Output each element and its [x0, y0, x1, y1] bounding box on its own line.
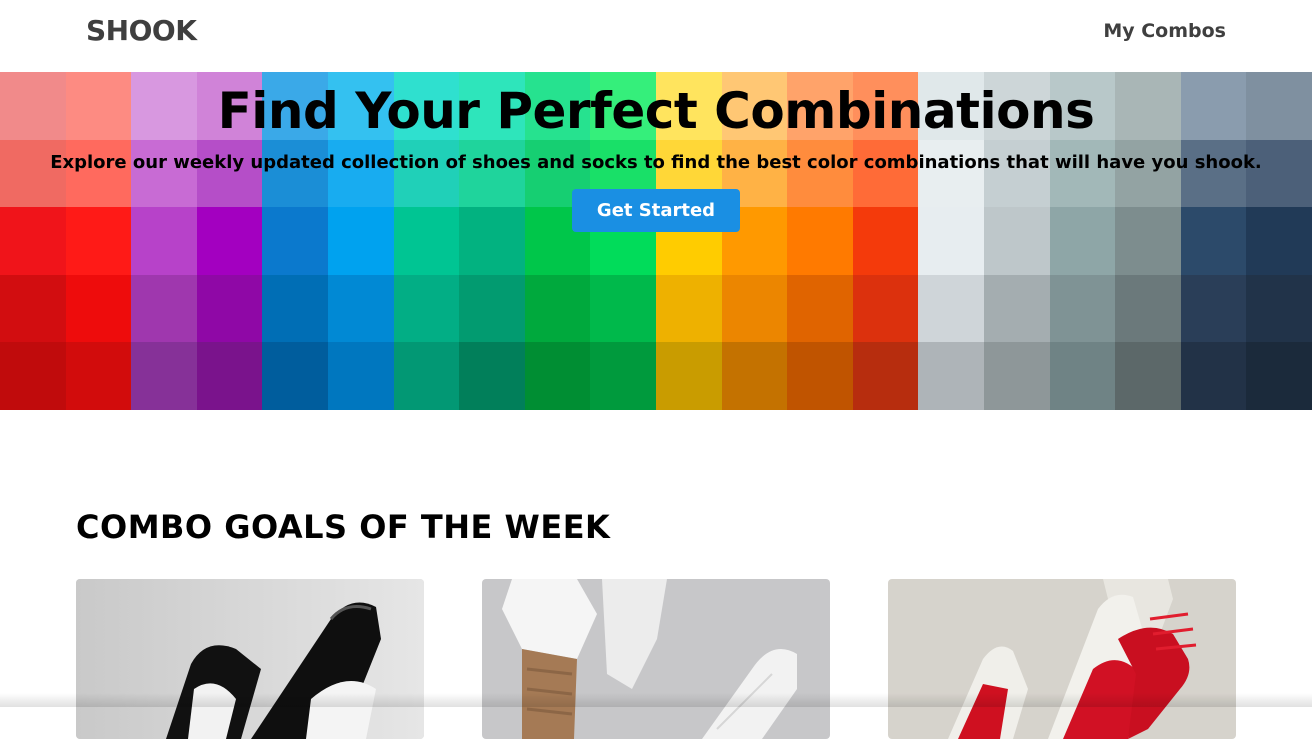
sneaker-image-1 [76, 579, 424, 739]
palette-swatch [655, 342, 722, 410]
palette-swatch [196, 342, 263, 410]
palette-swatch [852, 274, 919, 343]
palette-swatch [524, 342, 591, 410]
top-nav: SHOOK My Combos [0, 0, 1312, 72]
combo-card-3[interactable] [888, 579, 1236, 739]
palette-swatch [1180, 342, 1247, 410]
palette-swatch [918, 342, 984, 410]
palette-swatch [721, 274, 788, 343]
hero-subtitle: Explore our weekly updated collection of… [50, 152, 1262, 173]
palette-swatch [655, 274, 722, 343]
palette-swatch [262, 274, 328, 343]
palette-swatch [983, 342, 1050, 410]
palette-swatch [0, 342, 66, 410]
get-started-button[interactable]: Get Started [572, 189, 740, 232]
hero-content: Find Your Perfect Combinations Explore o… [0, 72, 1312, 232]
palette-swatch [721, 342, 788, 410]
palette-swatch [65, 274, 132, 343]
palette-swatch [590, 342, 656, 410]
section-title: COMBO GOALS OF THE WEEK [76, 508, 611, 546]
palette-swatch [131, 274, 197, 343]
palette-swatch [262, 342, 328, 410]
palette-swatch [327, 274, 394, 343]
palette-swatch [459, 274, 525, 343]
palette-swatch [1246, 342, 1312, 410]
palette-swatch [459, 342, 525, 410]
hero-section: Find Your Perfect Combinations Explore o… [0, 72, 1312, 410]
palette-swatch [1180, 274, 1247, 343]
palette-swatch [787, 274, 853, 343]
palette-swatch [1049, 274, 1116, 343]
palette-swatch [983, 274, 1050, 343]
combo-card-1[interactable] [76, 579, 424, 739]
bottom-shadow [0, 693, 1312, 707]
palette-swatch [393, 274, 460, 343]
palette-swatch [1115, 342, 1181, 410]
palette-swatch [918, 274, 984, 343]
palette-swatch [65, 342, 132, 410]
palette-swatch [196, 274, 263, 343]
hero-title: Find Your Perfect Combinations [217, 82, 1095, 140]
palette-swatch [524, 274, 591, 343]
palette-swatch [393, 342, 460, 410]
palette-swatch [787, 342, 853, 410]
palette-swatch [852, 342, 919, 410]
my-combos-link[interactable]: My Combos [1103, 20, 1226, 42]
palette-swatch [0, 274, 66, 343]
combo-card-2[interactable] [482, 579, 830, 739]
logo[interactable]: SHOOK [86, 14, 197, 47]
palette-swatch [1246, 274, 1312, 343]
sneaker-image-3 [888, 579, 1236, 739]
palette-swatch [131, 342, 197, 410]
palette-swatch [590, 274, 656, 343]
palette-swatch [1049, 342, 1116, 410]
sneaker-image-2 [482, 579, 830, 739]
palette-swatch [327, 342, 394, 410]
palette-swatch [1115, 274, 1181, 343]
